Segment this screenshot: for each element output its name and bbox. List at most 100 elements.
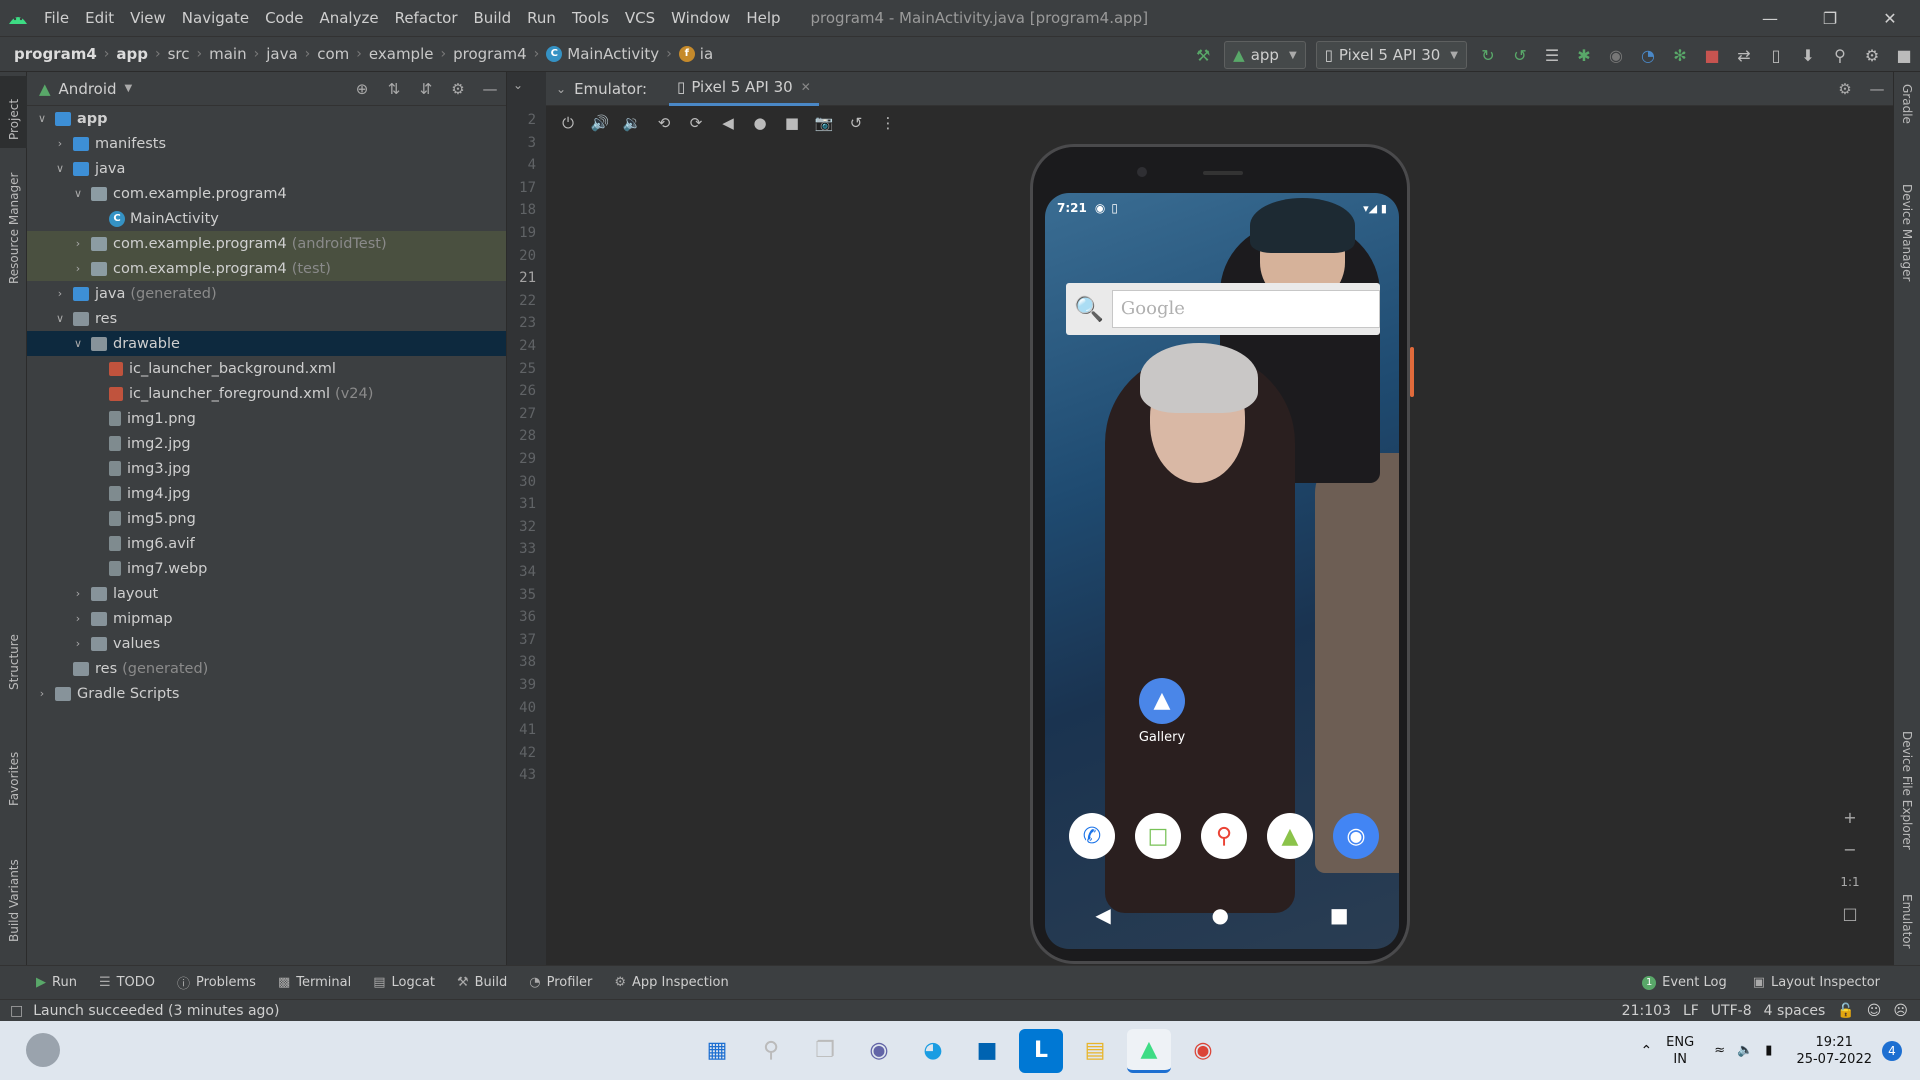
apply-code-changes-icon[interactable]: ↺ bbox=[1504, 37, 1536, 73]
breadcrumb-project[interactable]: program4 bbox=[14, 45, 97, 63]
overview-icon[interactable]: ■ bbox=[776, 114, 808, 132]
store-icon[interactable]: ■ bbox=[965, 1029, 1009, 1073]
chevron-right-icon[interactable]: › bbox=[71, 587, 85, 600]
apply-changes-restart-icon[interactable]: ↻ bbox=[1472, 37, 1504, 73]
inspector-icon[interactable]: ☺ bbox=[1867, 1003, 1882, 1019]
menu-navigate[interactable]: Navigate bbox=[174, 9, 257, 27]
chevron-down-icon[interactable]: ∨ bbox=[53, 162, 67, 175]
zoom-in-icon[interactable]: + bbox=[1843, 802, 1856, 834]
gear-icon[interactable]: ⚙ bbox=[442, 80, 474, 98]
device-select[interactable]: ▯ Pixel 5 API 30 ▼ bbox=[1315, 41, 1467, 69]
menu-vcs[interactable]: VCS bbox=[617, 9, 663, 27]
sdk-manager-icon[interactable]: ⬇ bbox=[1792, 37, 1824, 73]
file-explorer-icon[interactable]: ▤ bbox=[1073, 1029, 1117, 1073]
tree-item[interactable]: › Gradle Scripts bbox=[27, 681, 506, 706]
tab-structure[interactable]: Structure bbox=[0, 632, 27, 694]
chevron-down-icon[interactable]: ⌄ bbox=[556, 82, 566, 96]
gallery-app[interactable]: ▲ Gallery bbox=[1127, 678, 1197, 745]
notification-badge[interactable]: 4 bbox=[1882, 1040, 1902, 1061]
back-icon[interactable]: ◀ bbox=[1095, 903, 1110, 927]
breadcrumb-package[interactable]: program4 bbox=[453, 45, 527, 63]
tool-app-inspection[interactable]: ⚙ App Inspection bbox=[614, 975, 728, 990]
menu-build[interactable]: Build bbox=[466, 9, 520, 27]
tree-item[interactable]: img5.png bbox=[27, 506, 506, 531]
tool-todo[interactable]: ☰ TODO bbox=[99, 975, 155, 990]
clock[interactable]: 19:21 25-07-2022 bbox=[1796, 1034, 1872, 1068]
chevron-down-icon[interactable]: ▼ bbox=[125, 83, 133, 94]
debug-icon[interactable]: ✱ bbox=[1568, 37, 1600, 73]
tree-item[interactable]: › java (generated) bbox=[27, 281, 506, 306]
chevron-right-icon[interactable]: › bbox=[35, 687, 49, 700]
stop-icon[interactable]: ■ bbox=[1696, 37, 1728, 73]
volume-up-icon[interactable]: 🔊 bbox=[584, 114, 616, 132]
chevron-right-icon[interactable]: › bbox=[53, 137, 67, 150]
volume-down-icon[interactable]: 🔉 bbox=[616, 114, 648, 132]
sync-gradle-icon[interactable]: ⇄ bbox=[1728, 37, 1760, 73]
android-icon[interactable]: ▲ bbox=[1267, 813, 1313, 859]
chevron-right-icon[interactable]: › bbox=[53, 287, 67, 300]
task-view-icon[interactable]: ❐ bbox=[803, 1029, 847, 1073]
feedback-icon[interactable]: ☹ bbox=[1893, 1003, 1908, 1019]
menu-analyze[interactable]: Analyze bbox=[311, 9, 386, 27]
menu-view[interactable]: View bbox=[122, 9, 174, 27]
volume-icon[interactable]: 🔈 bbox=[1737, 1043, 1753, 1058]
tool-terminal[interactable]: ▩ Terminal bbox=[278, 975, 351, 990]
phone-side-button[interactable] bbox=[1410, 347, 1414, 397]
breadcrumb-main[interactable]: main bbox=[209, 45, 246, 63]
tree-item[interactable]: img2.jpg bbox=[27, 431, 506, 456]
device-manager-icon[interactable]: ▯ bbox=[1760, 37, 1792, 73]
snapshot-icon[interactable]: ↺ bbox=[840, 114, 872, 132]
attach-debugger-icon[interactable]: ✻ bbox=[1664, 37, 1696, 73]
tab-emulator[interactable]: Emulator bbox=[1894, 880, 1920, 960]
weather-icon[interactable] bbox=[26, 1033, 60, 1067]
home-icon[interactable]: ● bbox=[744, 114, 776, 132]
tree-item[interactable]: res (generated) bbox=[27, 656, 506, 681]
chevron-up-icon[interactable]: ⌃ bbox=[1640, 1043, 1652, 1059]
restore-button[interactable]: ❐ bbox=[1800, 0, 1860, 36]
tool-layout-inspector[interactable]: ▣ Layout Inspector bbox=[1753, 975, 1880, 990]
camera-icon[interactable]: ◉ bbox=[1333, 813, 1379, 859]
tree-item[interactable]: img1.png bbox=[27, 406, 506, 431]
breadcrumb-example[interactable]: example bbox=[369, 45, 434, 63]
hide-icon[interactable]: — bbox=[1861, 80, 1893, 98]
tool-run[interactable]: ▶ Run bbox=[36, 975, 77, 990]
tab-build-variants[interactable]: Build Variants bbox=[0, 838, 27, 948]
tree-item[interactable]: ∨ res bbox=[27, 306, 506, 331]
tree-item[interactable]: img4.jpg bbox=[27, 481, 506, 506]
menu-tools[interactable]: Tools bbox=[564, 9, 617, 27]
tree-item[interactable]: ∨ app bbox=[27, 106, 506, 131]
tree-item[interactable]: › manifests bbox=[27, 131, 506, 156]
zoom-fit-icon[interactable]: □ bbox=[1842, 898, 1857, 930]
tree-item[interactable]: ∨ com.example.program4 bbox=[27, 181, 506, 206]
rotate-left-icon[interactable]: ⟲ bbox=[648, 114, 680, 132]
tree-item[interactable]: img7.webp bbox=[27, 556, 506, 581]
menu-help[interactable]: Help bbox=[738, 9, 788, 27]
chevron-down-icon[interactable]: ∨ bbox=[35, 112, 49, 125]
coverage-icon[interactable]: ◉ bbox=[1600, 37, 1632, 73]
tab-pixel-5[interactable]: ▯ Pixel 5 API 30 ✕ bbox=[669, 72, 819, 106]
chevron-right-icon[interactable]: › bbox=[71, 237, 85, 250]
menu-edit[interactable]: Edit bbox=[77, 9, 122, 27]
menu-window[interactable]: Window bbox=[663, 9, 738, 27]
breadcrumb-src[interactable]: src bbox=[168, 45, 190, 63]
tree-item[interactable]: › mipmap bbox=[27, 606, 506, 631]
tree-item[interactable]: › layout bbox=[27, 581, 506, 606]
chevron-down-icon[interactable]: ⌄ bbox=[513, 78, 523, 92]
breadcrumb-module[interactable]: app bbox=[116, 45, 148, 63]
windows-start-icon[interactable]: ▦ bbox=[695, 1029, 739, 1073]
close-button[interactable]: ✕ bbox=[1860, 0, 1920, 36]
menu-file[interactable]: File bbox=[36, 9, 77, 27]
rotate-right-icon[interactable]: ⟳ bbox=[680, 114, 712, 132]
breadcrumb-class[interactable]: C MainActivity bbox=[546, 45, 659, 63]
tree-item[interactable]: › values bbox=[27, 631, 506, 656]
chevron-right-icon[interactable]: › bbox=[71, 612, 85, 625]
recents-icon[interactable]: ■ bbox=[1330, 903, 1349, 927]
tool-profiler[interactable]: ◔ Profiler bbox=[529, 975, 592, 990]
project-view-select[interactable]: Android bbox=[59, 80, 117, 98]
chevron-right-icon[interactable]: › bbox=[71, 637, 85, 650]
tab-project[interactable]: Project bbox=[0, 76, 27, 148]
lock-icon[interactable]: 🔓 bbox=[1837, 1003, 1854, 1019]
breadcrumb-com[interactable]: com bbox=[317, 45, 349, 63]
chrome-icon[interactable]: ◉ bbox=[1181, 1029, 1225, 1073]
tab-favorites[interactable]: Favorites bbox=[0, 740, 27, 810]
